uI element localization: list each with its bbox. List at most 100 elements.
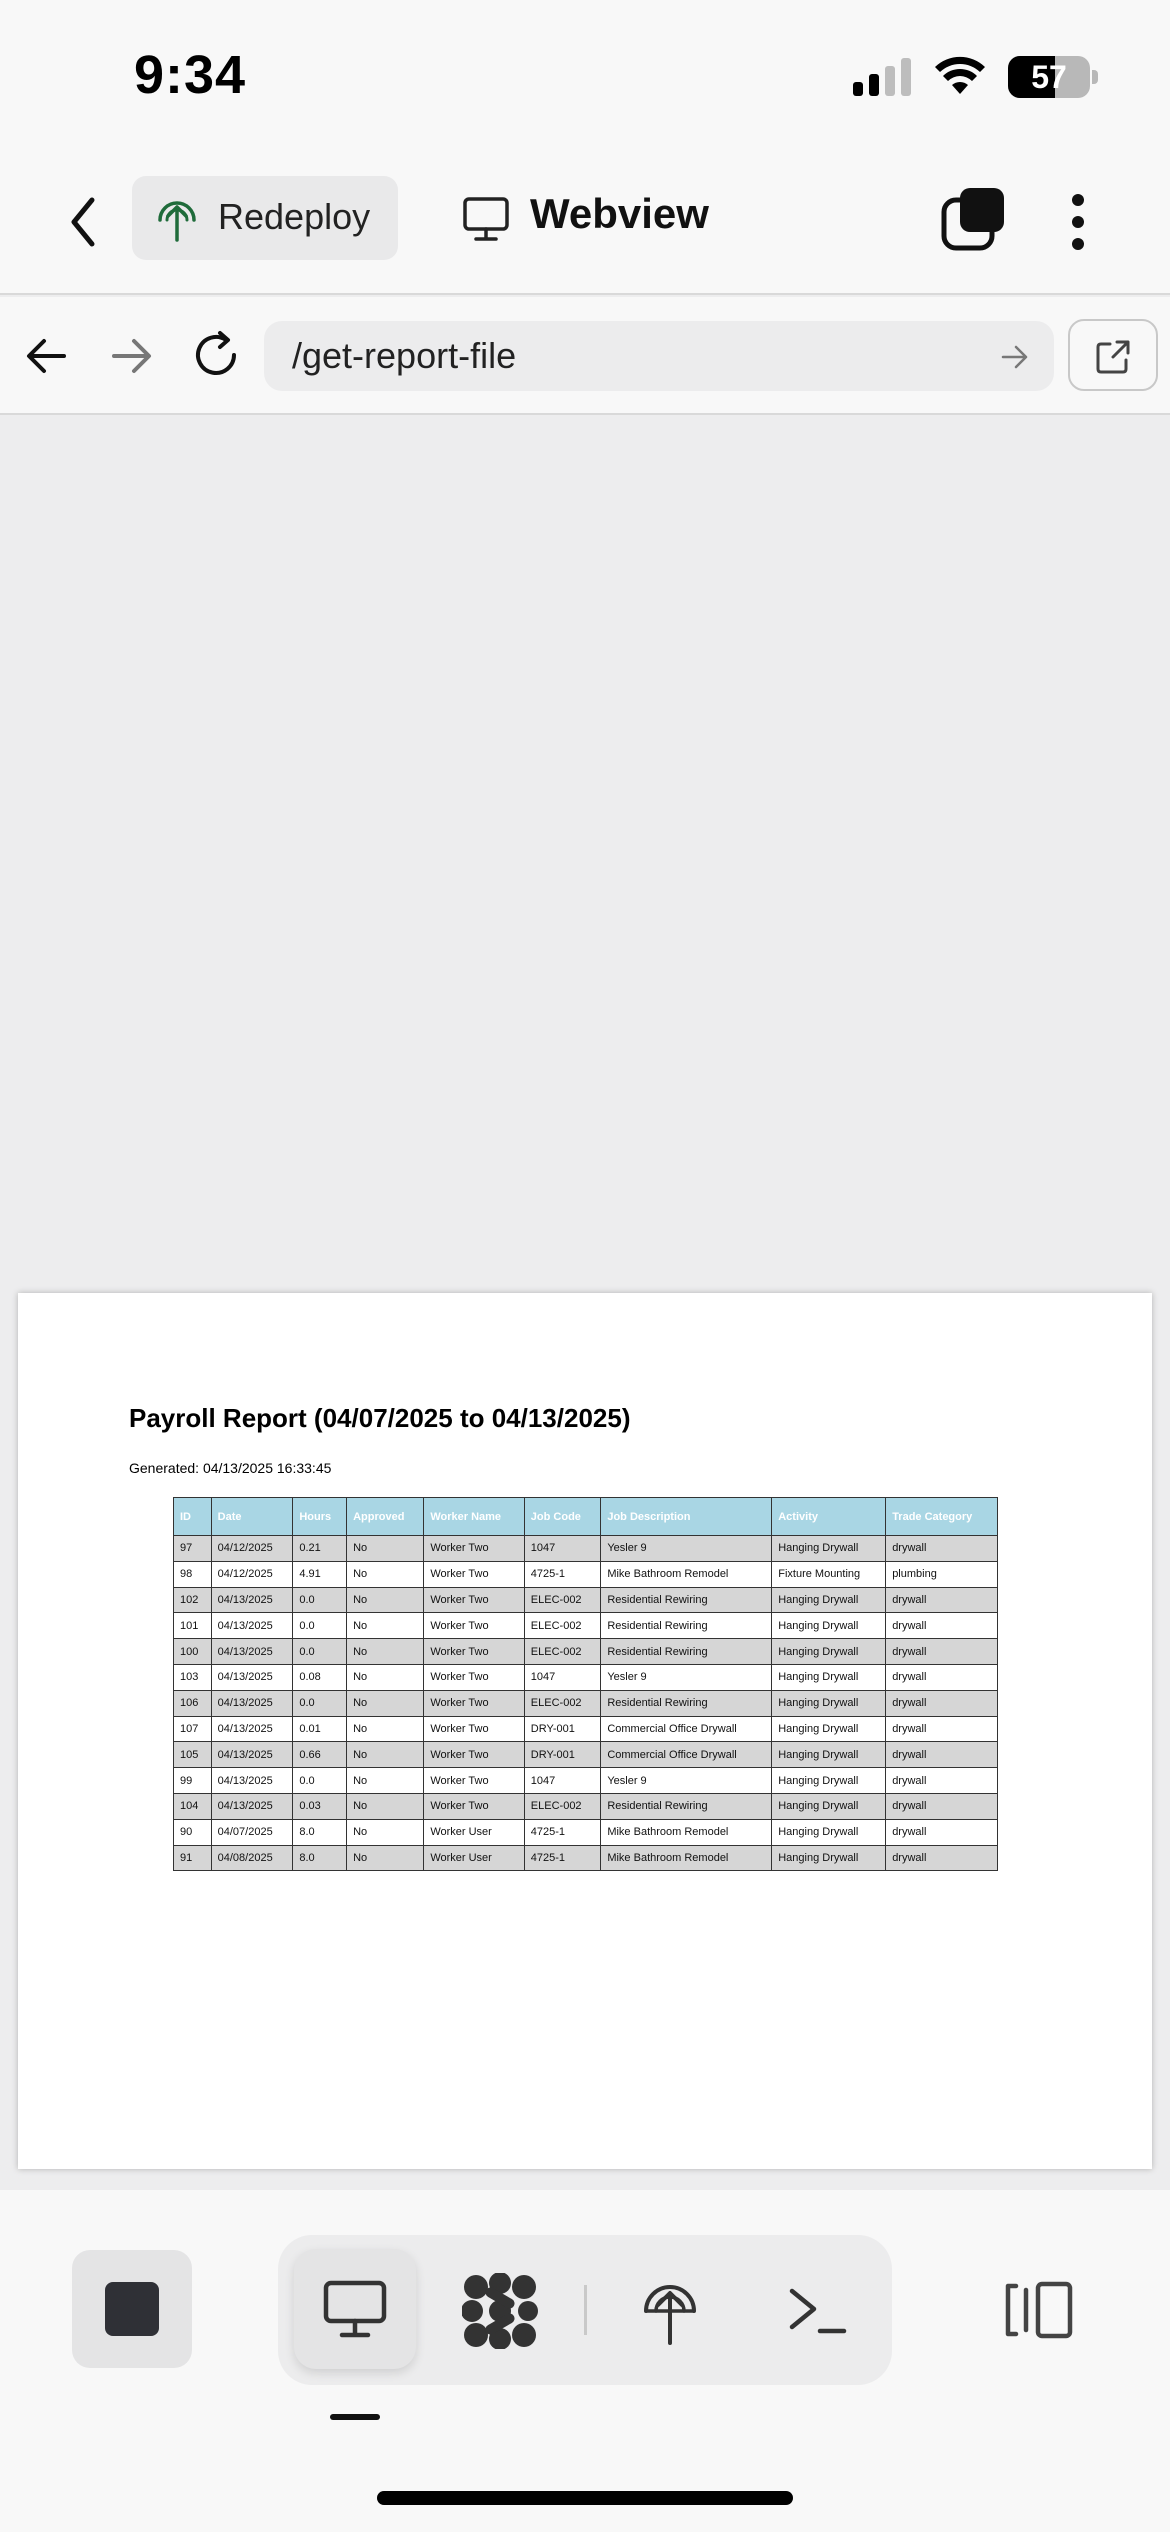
table-cell: 107 xyxy=(173,1715,212,1743)
table-row: 97 04/12/2025 0.21 No Worker Two 1047 Yesler 9… xyxy=(173,1535,998,1562)
table-cell: ELEC-002 xyxy=(523,1638,602,1665)
external-link-icon xyxy=(1096,340,1130,374)
table-cell: No xyxy=(346,1818,425,1846)
forward-arrow-icon[interactable] xyxy=(108,333,154,379)
table-cell: 04/13/2025 xyxy=(210,1663,294,1691)
table-cell: Mike Bathroom Remodel xyxy=(600,1818,773,1846)
table-cell: 4725-1 xyxy=(523,1844,602,1872)
table-cell: 0.0 xyxy=(292,1638,348,1665)
table-row: 90 04/07/2025 8.0 No Worker User 4725-1 Mike B… xyxy=(173,1818,998,1846)
table-cell: Hanging Drywall xyxy=(771,1741,887,1769)
more-options-icon[interactable] xyxy=(1064,190,1094,254)
table-cell: drywall xyxy=(885,1535,998,1562)
table-cell: Worker Two xyxy=(423,1586,525,1614)
table-cell: 0.03 xyxy=(292,1792,348,1820)
panel-toggle-icon[interactable] xyxy=(1002,2280,1074,2340)
stop-button[interactable] xyxy=(72,2250,192,2368)
table-cell: Mike Bathroom Remodel xyxy=(600,1560,773,1588)
redeploy-icon[interactable] xyxy=(640,2275,700,2347)
table-cell: drywall xyxy=(885,1689,998,1717)
go-arrow-icon[interactable] xyxy=(1000,343,1030,371)
table-cell: 04/13/2025 xyxy=(210,1792,294,1820)
table-cell: drywall xyxy=(885,1818,998,1846)
mode-webview-button[interactable] xyxy=(294,2249,416,2369)
table-cell: Worker Two xyxy=(423,1535,525,1562)
table-cell: Hanging Drywall xyxy=(771,1689,887,1717)
table-cell: ELEC-002 xyxy=(523,1586,602,1614)
table-cell: 04/12/2025 xyxy=(210,1560,294,1588)
table-cell: 04/13/2025 xyxy=(210,1638,294,1665)
column-header: Approved xyxy=(346,1497,425,1536)
table-row: 104 04/13/2025 0.03 No Worker Two ELEC-002 Res… xyxy=(173,1792,998,1820)
table-cell: Worker Two xyxy=(423,1767,525,1794)
table-cell: Hanging Drywall xyxy=(771,1767,887,1794)
table-cell: 8.0 xyxy=(292,1818,348,1846)
table-cell: Worker User xyxy=(423,1844,525,1872)
table-cell: No xyxy=(346,1663,425,1691)
table-cell: Hanging Drywall xyxy=(771,1586,887,1614)
table-cell: DRY-001 xyxy=(523,1741,602,1769)
webview-content[interactable]: Payroll Report (04/07/2025 to 04/13/2025… xyxy=(0,417,1170,2190)
table-cell: No xyxy=(346,1792,425,1820)
table-cell: drywall xyxy=(885,1741,998,1769)
table-cell: Worker Two xyxy=(423,1663,525,1691)
table-cell: Hanging Drywall xyxy=(771,1715,887,1743)
table-cell: 91 xyxy=(173,1844,212,1872)
table-cell: No xyxy=(346,1638,425,1665)
open-external-button[interactable] xyxy=(1068,319,1158,391)
redeploy-label: Redeploy xyxy=(218,196,371,237)
column-header: Activity xyxy=(771,1497,887,1536)
table-cell: drywall xyxy=(885,1638,998,1665)
table-cell: 0.0 xyxy=(292,1586,348,1614)
table-cell: drywall xyxy=(885,1844,998,1872)
nodes-icon[interactable] xyxy=(462,2273,538,2349)
table-cell: Yesler 9 xyxy=(600,1535,773,1562)
table-cell: No xyxy=(346,1612,425,1640)
column-header: Job Description xyxy=(600,1497,773,1536)
back-chevron-icon[interactable] xyxy=(62,190,106,254)
table-cell: 04/12/2025 xyxy=(210,1535,294,1562)
url-input[interactable]: /get-report-file xyxy=(264,321,1054,391)
table-cell: Worker Two xyxy=(423,1638,525,1665)
redeploy-button[interactable]: Redeploy xyxy=(132,176,398,260)
table-cell: Worker Two xyxy=(423,1689,525,1717)
table-cell: ELEC-002 xyxy=(523,1689,602,1717)
table-cell: 105 xyxy=(173,1741,212,1769)
tabs-icon[interactable] xyxy=(940,186,1006,252)
table-cell: ELEC-002 xyxy=(523,1792,602,1820)
table-row: 99 04/13/2025 0.0 No Worker Two 1047 Yesler 9H… xyxy=(173,1767,998,1794)
table-cell: 04/07/2025 xyxy=(210,1818,294,1846)
table-cell: Hanging Drywall xyxy=(771,1535,887,1562)
table-cell: Hanging Drywall xyxy=(771,1818,887,1846)
table-cell: Hanging Drywall xyxy=(771,1638,887,1665)
table-cell: 0.0 xyxy=(292,1612,348,1640)
column-header: ID xyxy=(173,1497,212,1536)
table-cell: 8.0 xyxy=(292,1844,348,1872)
table-cell: 106 xyxy=(173,1689,212,1717)
table-cell: 4725-1 xyxy=(523,1818,602,1846)
table-cell: drywall xyxy=(885,1792,998,1820)
monitor-icon xyxy=(463,197,509,241)
status-time: 9:34 xyxy=(134,45,247,105)
table-cell: 0.21 xyxy=(292,1535,348,1562)
table-cell: Hanging Drywall xyxy=(771,1612,887,1640)
table-cell: 104 xyxy=(173,1792,212,1820)
table-cell: 0.0 xyxy=(292,1689,348,1717)
table-header-row: ID Date Hours Approved Worker Name Job C… xyxy=(173,1497,998,1536)
payroll-table: ID Date Hours Approved Worker Name Job C… xyxy=(173,1497,998,1872)
table-cell: Worker Two xyxy=(423,1792,525,1820)
terminal-icon[interactable] xyxy=(786,2283,848,2339)
back-arrow-icon[interactable] xyxy=(24,333,70,379)
table-cell: 99 xyxy=(173,1767,212,1794)
table-cell: 04/13/2025 xyxy=(210,1741,294,1769)
table-cell: 1047 xyxy=(523,1767,602,1794)
reload-icon[interactable] xyxy=(190,329,242,381)
table-cell: 0.01 xyxy=(292,1715,348,1743)
table-cell: 101 xyxy=(173,1612,212,1640)
table-cell: DRY-001 xyxy=(523,1715,602,1743)
table-cell: 04/13/2025 xyxy=(210,1715,294,1743)
table-cell: No xyxy=(346,1715,425,1743)
table-body: 97 04/12/2025 0.21 No Worker Two 1047 Yesler 9… xyxy=(173,1535,998,1872)
column-header: Hours xyxy=(292,1497,348,1536)
active-mode-indicator xyxy=(330,2414,380,2420)
